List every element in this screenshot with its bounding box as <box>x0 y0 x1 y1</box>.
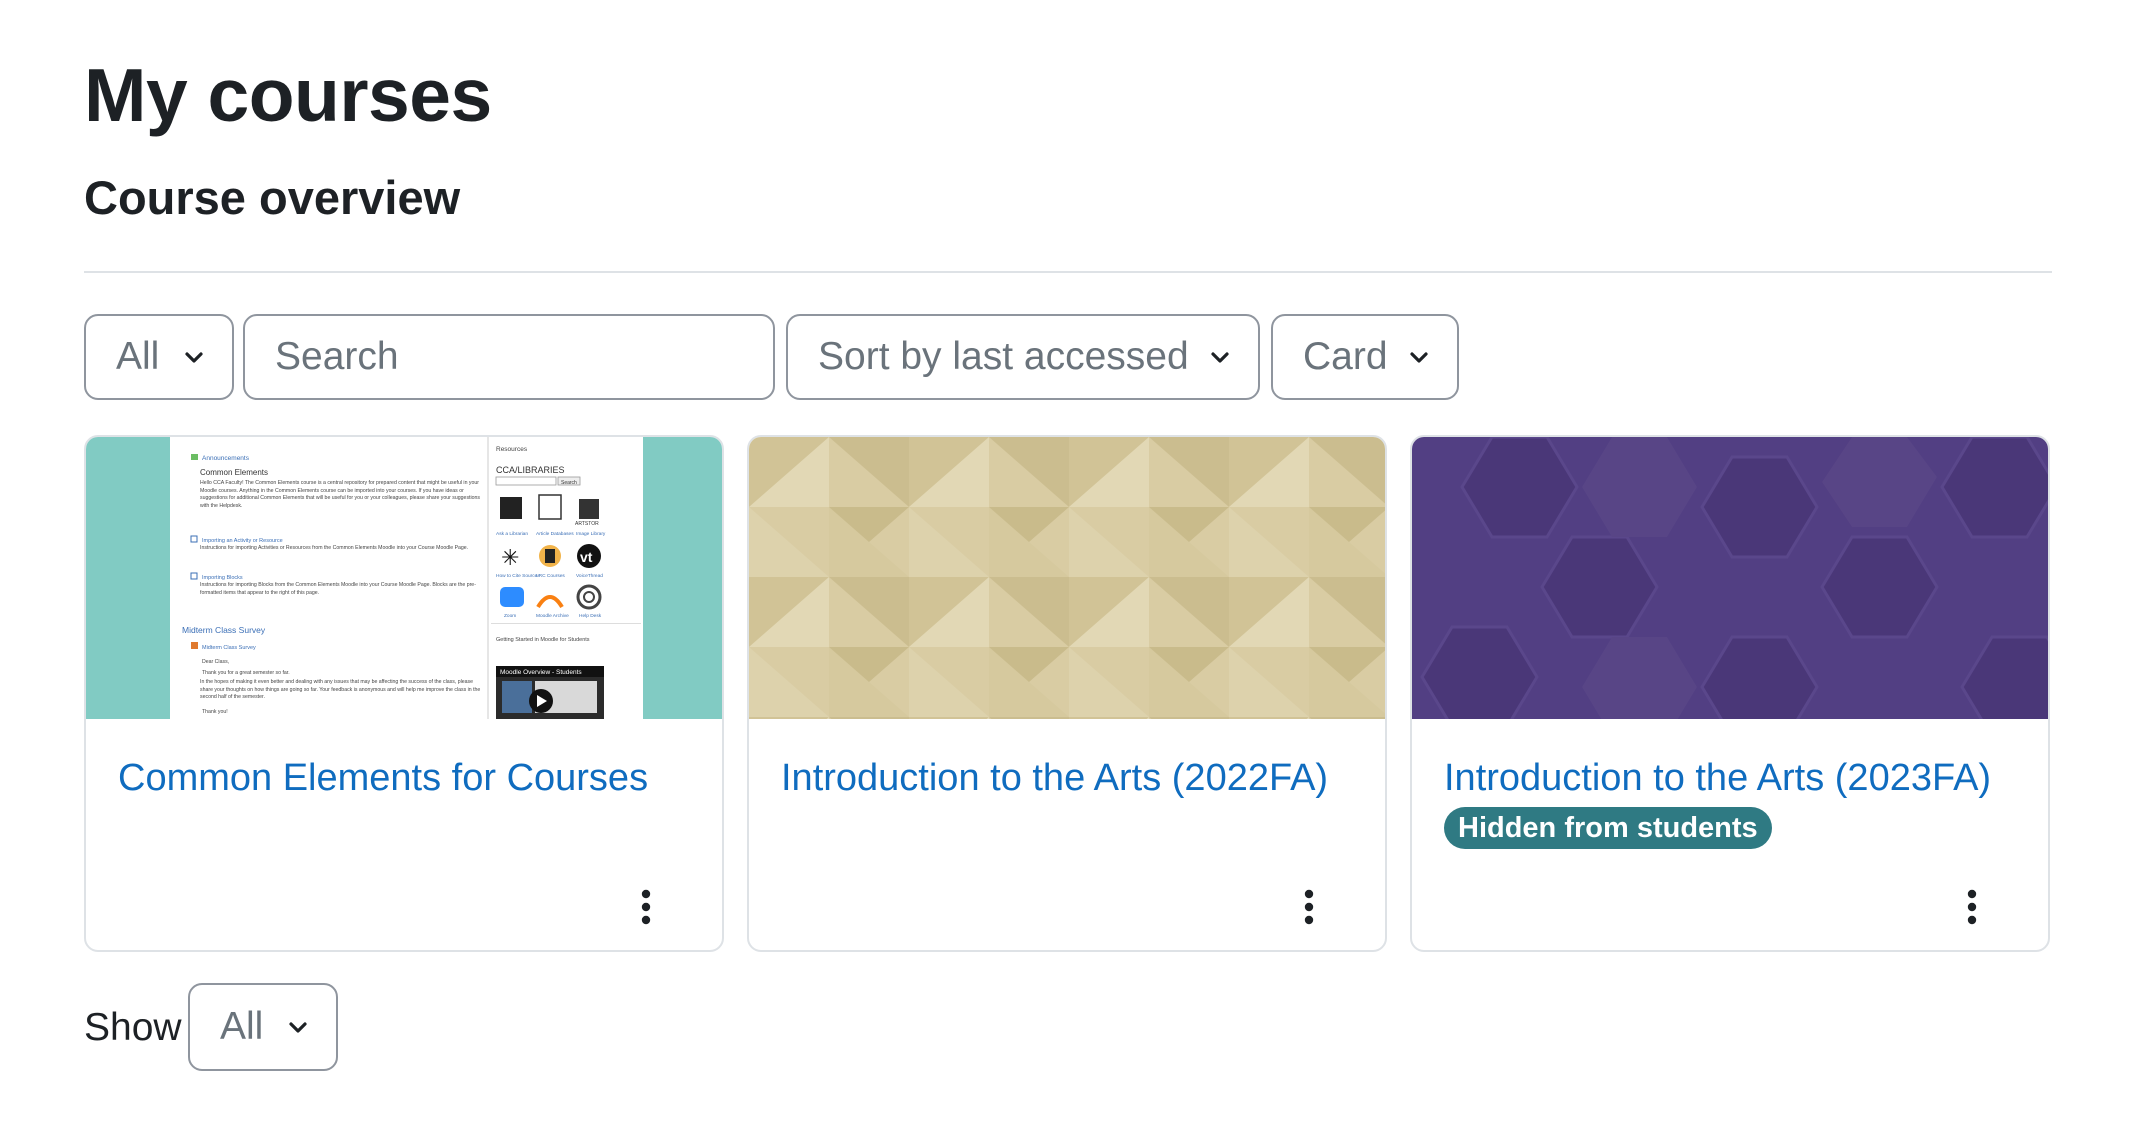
thumb-search-btn: Search <box>561 480 577 486</box>
chevron-down-icon <box>1410 352 1428 363</box>
thumb-common-elements: Common Elements <box>200 468 268 477</box>
thumb-libraries: CCA/LIBRARIES <box>496 465 565 475</box>
course-overview-heading: Course overview <box>84 171 461 224</box>
sort-dropdown[interactable]: Sort by last accessed <box>786 314 1260 400</box>
thumb-importing-activity: Importing an Activity or Resource <box>202 538 283 544</box>
view-value: Card <box>1303 335 1388 378</box>
thumb-res-5: VoiceThread <box>576 573 603 579</box>
thumb-res-4: LRC Courses <box>536 573 565 579</box>
thumb-importing-blocks-desc: Instructions for importing Blocks from t… <box>200 582 476 596</box>
thumb-letter-4: Thank you! <box>202 709 228 715</box>
thumb-announcements: Announcements <box>202 455 250 462</box>
more-options-icon[interactable] <box>640 889 652 925</box>
page-title: My courses <box>84 53 492 137</box>
thumb-importing-blocks: Importing Blocks <box>202 575 243 581</box>
course-image-screenshot[interactable]: Announcements Common Elements Hello CCA … <box>86 437 722 719</box>
thumb-res-3: How to Cite Sources <box>496 573 540 579</box>
course-image-pattern[interactable] <box>1412 437 2048 719</box>
course-card: Introduction to the Arts (2023FA) Hidden… <box>1410 435 2050 952</box>
search-placeholder: Search <box>275 335 399 378</box>
thumb-res-7: Moodle Archive <box>536 613 569 619</box>
thumb-res-8: Help Desk <box>579 613 602 619</box>
show-label: Show <box>84 1006 182 1049</box>
thumb-importing-activity-desc: Instructions for importing Activities or… <box>200 545 469 551</box>
grouping-filter-dropdown[interactable]: All <box>84 314 234 400</box>
search-input[interactable]: Search <box>243 314 775 400</box>
thumb-getting-started: Getting Started in Moodle for Students <box>496 637 590 643</box>
thumb-midterm-link: Midterm Class Survey <box>202 645 256 651</box>
more-options-icon[interactable] <box>1966 889 1978 925</box>
thumb-artstor: ARTSTOR <box>575 521 599 527</box>
thumb-resources: Resources <box>496 446 528 453</box>
thumb-video-title: Moodle Overview - Students <box>500 669 582 676</box>
chevron-down-icon <box>185 352 203 363</box>
more-options-icon[interactable] <box>1303 889 1315 925</box>
thumb-letter-1: Dear Class, <box>202 659 229 665</box>
thumb-res-0: Ask a Librarian <box>496 531 528 537</box>
thumb-letter-3: In the hopes of making it even better an… <box>200 679 481 700</box>
thumb-res-2: Image Library <box>576 531 606 537</box>
course-title-link[interactable]: Introduction to the Arts (2022FA) <box>781 757 1328 800</box>
grouping-filter-value: All <box>116 335 160 378</box>
show-count-dropdown[interactable]: All <box>188 983 338 1071</box>
course-title-link[interactable]: Introduction to the Arts (2023FA) <box>1444 757 1991 800</box>
sort-value: Sort by last accessed <box>818 335 1189 378</box>
thumb-intro: Hello CCA Faculty! The Common Elements c… <box>200 480 480 509</box>
thumb-letter-2: Thank you for a great semester so far. <box>202 670 290 676</box>
thumb-res-1: Article Databases <box>536 531 574 537</box>
course-card: Announcements Common Elements Hello CCA … <box>84 435 724 952</box>
show-count-value: All <box>220 1005 264 1048</box>
course-card: Introduction to the Arts (2022FA) <box>747 435 1387 952</box>
course-title-link[interactable]: Common Elements for Courses <box>118 757 648 800</box>
thumb-res-6: Zoom <box>504 613 516 619</box>
chevron-down-icon <box>1211 352 1229 363</box>
view-dropdown[interactable]: Card <box>1271 314 1459 400</box>
thumb-midterm-title: Midterm Class Survey <box>182 625 266 635</box>
divider <box>84 271 2052 273</box>
course-image-pattern[interactable] <box>749 437 1385 719</box>
svg-text:✳: ✳ <box>501 545 519 570</box>
chevron-down-icon <box>289 1022 307 1033</box>
hidden-from-students-badge: Hidden from students <box>1444 807 1772 849</box>
svg-text:vt: vt <box>580 549 593 565</box>
